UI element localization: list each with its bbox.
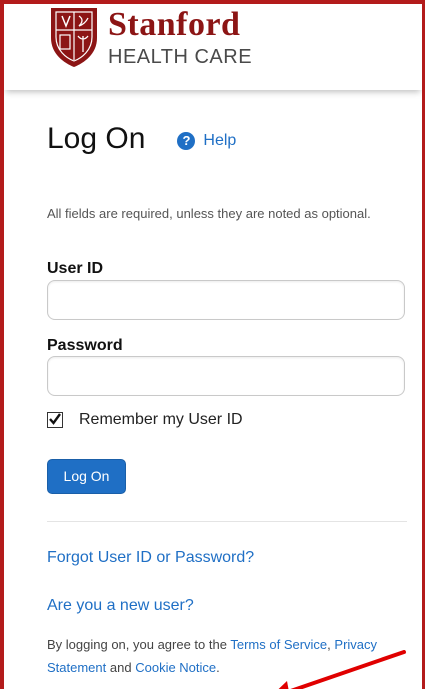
new-user-link[interactable]: Are you a new user?: [47, 597, 194, 615]
password-label: Password: [47, 337, 123, 354]
divider: [47, 521, 407, 522]
red-arrow-annotation-icon: [278, 650, 406, 689]
remember-row[interactable]: Remember my User ID: [47, 411, 243, 429]
remember-label[interactable]: Remember my User ID: [79, 411, 243, 429]
stanford-shield-logo-icon: [51, 8, 97, 67]
remember-checkbox[interactable]: [47, 412, 63, 428]
form-instructions: All fields are required, unless they are…: [47, 206, 371, 221]
checkmark-icon: [49, 413, 61, 425]
user-id-input[interactable]: [47, 280, 405, 320]
forgot-credentials-link[interactable]: Forgot User ID or Password?: [47, 549, 254, 567]
site-header: Stanford HEALTH CARE: [4, 4, 422, 90]
page-title: Log On: [47, 122, 146, 155]
log-on-button[interactable]: Log On: [47, 459, 126, 494]
title-row: Log On ? Help: [47, 122, 236, 156]
legal-period: .: [216, 660, 220, 675]
help-link-group[interactable]: ? Help: [177, 132, 236, 150]
cookie-notice-link[interactable]: Cookie Notice: [135, 660, 216, 675]
brand-subtitle: HEALTH CARE: [108, 46, 253, 68]
brand-name: Stanford: [108, 6, 241, 43]
help-link[interactable]: Help: [203, 132, 236, 150]
password-input[interactable]: [47, 356, 405, 396]
question-circle-icon[interactable]: ?: [177, 132, 196, 150]
legal-prefix: By logging on, you agree to the: [47, 637, 227, 652]
legal-and: and: [109, 660, 132, 675]
user-id-label: User ID: [47, 260, 104, 277]
